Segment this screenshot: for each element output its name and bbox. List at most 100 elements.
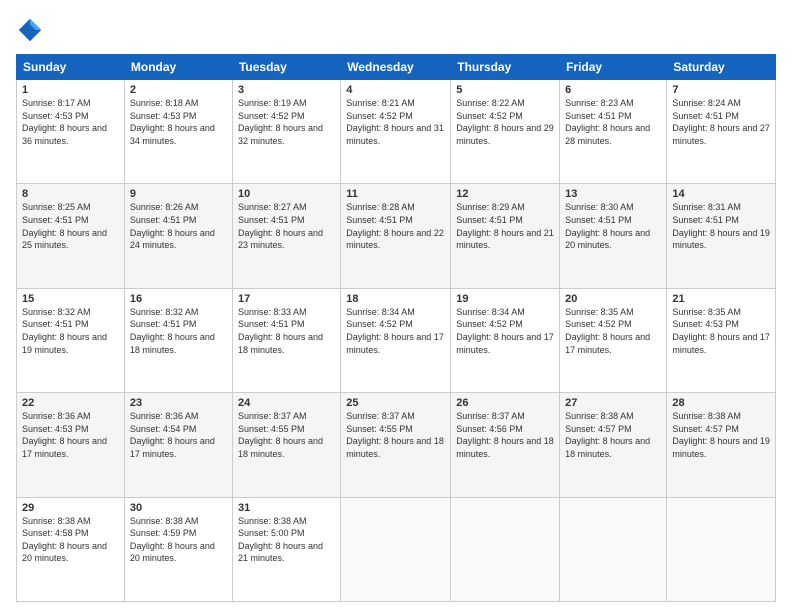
day-number: 25 bbox=[346, 397, 445, 409]
day-number: 30 bbox=[130, 502, 227, 514]
day-info: Sunrise: 8:18 AMSunset: 4:53 PMDaylight:… bbox=[130, 98, 215, 146]
calendar-day-2: 2 Sunrise: 8:18 AMSunset: 4:53 PMDayligh… bbox=[124, 80, 232, 184]
page: SundayMondayTuesdayWednesdayThursdayFrid… bbox=[0, 0, 792, 612]
calendar-table: SundayMondayTuesdayWednesdayThursdayFrid… bbox=[16, 54, 776, 602]
day-number: 22 bbox=[22, 397, 119, 409]
calendar-week-5: 29 Sunrise: 8:38 AMSunset: 4:58 PMDaylig… bbox=[17, 497, 776, 601]
calendar-header-sunday: Sunday bbox=[17, 55, 125, 80]
day-number: 19 bbox=[456, 293, 554, 305]
day-info: Sunrise: 8:25 AMSunset: 4:51 PMDaylight:… bbox=[22, 202, 107, 250]
calendar-day-26: 26 Sunrise: 8:37 AMSunset: 4:56 PMDaylig… bbox=[451, 393, 560, 497]
calendar-week-3: 15 Sunrise: 8:32 AMSunset: 4:51 PMDaylig… bbox=[17, 288, 776, 392]
day-info: Sunrise: 8:32 AMSunset: 4:51 PMDaylight:… bbox=[22, 307, 107, 355]
calendar-day-9: 9 Sunrise: 8:26 AMSunset: 4:51 PMDayligh… bbox=[124, 184, 232, 288]
calendar-header-row: SundayMondayTuesdayWednesdayThursdayFrid… bbox=[17, 55, 776, 80]
day-number: 2 bbox=[130, 84, 227, 96]
calendar-day-25: 25 Sunrise: 8:37 AMSunset: 4:55 PMDaylig… bbox=[341, 393, 451, 497]
day-info: Sunrise: 8:31 AMSunset: 4:51 PMDaylight:… bbox=[672, 202, 770, 250]
day-number: 15 bbox=[22, 293, 119, 305]
calendar-day-21: 21 Sunrise: 8:35 AMSunset: 4:53 PMDaylig… bbox=[667, 288, 776, 392]
day-info: Sunrise: 8:38 AMSunset: 4:57 PMDaylight:… bbox=[672, 411, 770, 459]
day-info: Sunrise: 8:34 AMSunset: 4:52 PMDaylight:… bbox=[346, 307, 444, 355]
day-number: 28 bbox=[672, 397, 770, 409]
calendar-day-28: 28 Sunrise: 8:38 AMSunset: 4:57 PMDaylig… bbox=[667, 393, 776, 497]
day-number: 16 bbox=[130, 293, 227, 305]
calendar-header-tuesday: Tuesday bbox=[232, 55, 340, 80]
day-number: 24 bbox=[238, 397, 335, 409]
calendar-week-2: 8 Sunrise: 8:25 AMSunset: 4:51 PMDayligh… bbox=[17, 184, 776, 288]
calendar-day-30: 30 Sunrise: 8:38 AMSunset: 4:59 PMDaylig… bbox=[124, 497, 232, 601]
calendar-week-4: 22 Sunrise: 8:36 AMSunset: 4:53 PMDaylig… bbox=[17, 393, 776, 497]
day-info: Sunrise: 8:30 AMSunset: 4:51 PMDaylight:… bbox=[565, 202, 650, 250]
empty-cell bbox=[451, 497, 560, 601]
calendar-day-7: 7 Sunrise: 8:24 AMSunset: 4:51 PMDayligh… bbox=[667, 80, 776, 184]
day-number: 29 bbox=[22, 502, 119, 514]
calendar-day-13: 13 Sunrise: 8:30 AMSunset: 4:51 PMDaylig… bbox=[560, 184, 667, 288]
calendar-day-16: 16 Sunrise: 8:32 AMSunset: 4:51 PMDaylig… bbox=[124, 288, 232, 392]
day-number: 31 bbox=[238, 502, 335, 514]
day-info: Sunrise: 8:35 AMSunset: 4:53 PMDaylight:… bbox=[672, 307, 770, 355]
calendar-day-24: 24 Sunrise: 8:37 AMSunset: 4:55 PMDaylig… bbox=[232, 393, 340, 497]
day-info: Sunrise: 8:27 AMSunset: 4:51 PMDaylight:… bbox=[238, 202, 323, 250]
empty-cell bbox=[341, 497, 451, 601]
calendar-day-22: 22 Sunrise: 8:36 AMSunset: 4:53 PMDaylig… bbox=[17, 393, 125, 497]
day-number: 9 bbox=[130, 188, 227, 200]
day-number: 18 bbox=[346, 293, 445, 305]
day-info: Sunrise: 8:35 AMSunset: 4:52 PMDaylight:… bbox=[565, 307, 650, 355]
day-info: Sunrise: 8:29 AMSunset: 4:51 PMDaylight:… bbox=[456, 202, 554, 250]
day-info: Sunrise: 8:28 AMSunset: 4:51 PMDaylight:… bbox=[346, 202, 444, 250]
day-number: 13 bbox=[565, 188, 661, 200]
calendar-day-12: 12 Sunrise: 8:29 AMSunset: 4:51 PMDaylig… bbox=[451, 184, 560, 288]
day-number: 8 bbox=[22, 188, 119, 200]
day-number: 14 bbox=[672, 188, 770, 200]
day-info: Sunrise: 8:21 AMSunset: 4:52 PMDaylight:… bbox=[346, 98, 444, 146]
day-number: 20 bbox=[565, 293, 661, 305]
calendar-day-1: 1 Sunrise: 8:17 AMSunset: 4:53 PMDayligh… bbox=[17, 80, 125, 184]
calendar-day-18: 18 Sunrise: 8:34 AMSunset: 4:52 PMDaylig… bbox=[341, 288, 451, 392]
calendar-day-31: 31 Sunrise: 8:38 AMSunset: 5:00 PMDaylig… bbox=[232, 497, 340, 601]
calendar-week-1: 1 Sunrise: 8:17 AMSunset: 4:53 PMDayligh… bbox=[17, 80, 776, 184]
day-info: Sunrise: 8:37 AMSunset: 4:56 PMDaylight:… bbox=[456, 411, 554, 459]
day-number: 10 bbox=[238, 188, 335, 200]
empty-cell bbox=[560, 497, 667, 601]
empty-cell bbox=[667, 497, 776, 601]
day-number: 7 bbox=[672, 84, 770, 96]
day-info: Sunrise: 8:32 AMSunset: 4:51 PMDaylight:… bbox=[130, 307, 215, 355]
day-number: 5 bbox=[456, 84, 554, 96]
calendar-day-20: 20 Sunrise: 8:35 AMSunset: 4:52 PMDaylig… bbox=[560, 288, 667, 392]
logo bbox=[16, 16, 48, 44]
calendar-day-11: 11 Sunrise: 8:28 AMSunset: 4:51 PMDaylig… bbox=[341, 184, 451, 288]
header bbox=[16, 16, 776, 44]
day-number: 11 bbox=[346, 188, 445, 200]
day-number: 1 bbox=[22, 84, 119, 96]
calendar-day-3: 3 Sunrise: 8:19 AMSunset: 4:52 PMDayligh… bbox=[232, 80, 340, 184]
day-info: Sunrise: 8:23 AMSunset: 4:51 PMDaylight:… bbox=[565, 98, 650, 146]
day-info: Sunrise: 8:24 AMSunset: 4:51 PMDaylight:… bbox=[672, 98, 770, 146]
day-number: 26 bbox=[456, 397, 554, 409]
day-number: 27 bbox=[565, 397, 661, 409]
calendar-header-thursday: Thursday bbox=[451, 55, 560, 80]
day-number: 6 bbox=[565, 84, 661, 96]
calendar-day-29: 29 Sunrise: 8:38 AMSunset: 4:58 PMDaylig… bbox=[17, 497, 125, 601]
logo-icon bbox=[16, 16, 44, 44]
day-info: Sunrise: 8:33 AMSunset: 4:51 PMDaylight:… bbox=[238, 307, 323, 355]
day-info: Sunrise: 8:17 AMSunset: 4:53 PMDaylight:… bbox=[22, 98, 107, 146]
day-number: 3 bbox=[238, 84, 335, 96]
day-info: Sunrise: 8:36 AMSunset: 4:54 PMDaylight:… bbox=[130, 411, 215, 459]
day-info: Sunrise: 8:38 AMSunset: 4:58 PMDaylight:… bbox=[22, 516, 107, 564]
calendar-header-wednesday: Wednesday bbox=[341, 55, 451, 80]
calendar-header-saturday: Saturday bbox=[667, 55, 776, 80]
day-info: Sunrise: 8:26 AMSunset: 4:51 PMDaylight:… bbox=[130, 202, 215, 250]
calendar-day-5: 5 Sunrise: 8:22 AMSunset: 4:52 PMDayligh… bbox=[451, 80, 560, 184]
calendar-header-monday: Monday bbox=[124, 55, 232, 80]
calendar-day-10: 10 Sunrise: 8:27 AMSunset: 4:51 PMDaylig… bbox=[232, 184, 340, 288]
calendar-day-23: 23 Sunrise: 8:36 AMSunset: 4:54 PMDaylig… bbox=[124, 393, 232, 497]
day-info: Sunrise: 8:37 AMSunset: 4:55 PMDaylight:… bbox=[238, 411, 323, 459]
day-number: 4 bbox=[346, 84, 445, 96]
day-info: Sunrise: 8:38 AMSunset: 4:57 PMDaylight:… bbox=[565, 411, 650, 459]
calendar-day-8: 8 Sunrise: 8:25 AMSunset: 4:51 PMDayligh… bbox=[17, 184, 125, 288]
day-number: 17 bbox=[238, 293, 335, 305]
calendar-day-14: 14 Sunrise: 8:31 AMSunset: 4:51 PMDaylig… bbox=[667, 184, 776, 288]
day-info: Sunrise: 8:22 AMSunset: 4:52 PMDaylight:… bbox=[456, 98, 554, 146]
calendar-day-19: 19 Sunrise: 8:34 AMSunset: 4:52 PMDaylig… bbox=[451, 288, 560, 392]
